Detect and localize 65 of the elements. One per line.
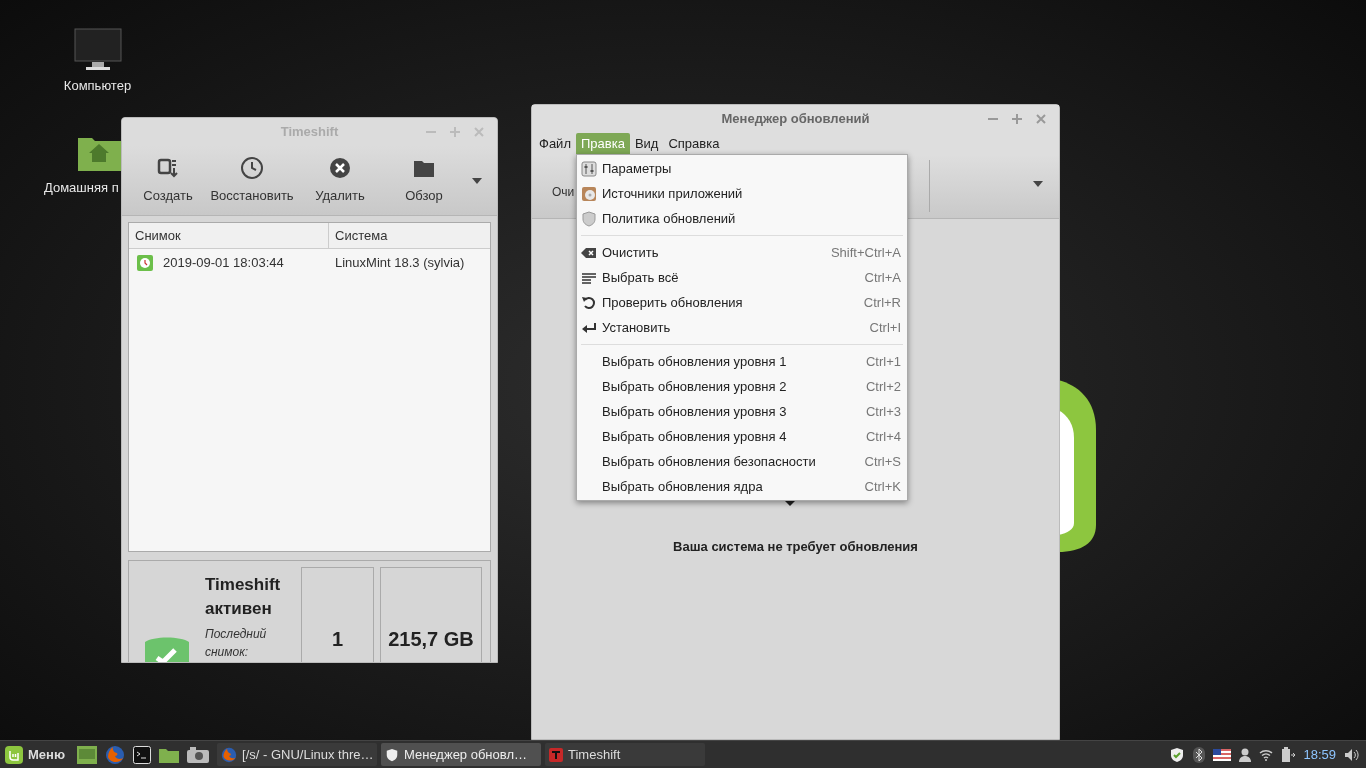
table-cell-text: LinuxMint 18.3 (sylvia) (334, 254, 466, 273)
menu-item[interactable]: Выбрать всё Ctrl+A (581, 265, 903, 290)
sliders-icon (581, 160, 597, 177)
user-icon[interactable] (1239, 747, 1252, 762)
app-logo-icon (549, 747, 563, 762)
browser-icon (221, 746, 237, 763)
clock-icon (137, 255, 153, 271)
clock-icon (240, 155, 264, 180)
toolbar-button[interactable]: Создать (130, 155, 206, 206)
menu-item[interactable]: Очистить Shift+Ctrl+A (581, 240, 903, 265)
window-title: Менеджер обновлений (721, 110, 870, 129)
flag-icon[interactable] (1213, 748, 1232, 761)
status-title: Timeshift активен (205, 574, 282, 620)
camera-icon[interactable] (187, 746, 209, 763)
toolbar-button[interactable]: Обзор (382, 155, 466, 206)
refresh-icon (581, 294, 597, 311)
computer-monitor-icon[interactable] (73, 28, 122, 72)
terminal-icon[interactable] (133, 745, 151, 764)
menu-bar-item[interactable]: Справка (663, 133, 725, 155)
menu-bar-item[interactable]: Файл (534, 133, 576, 155)
column-header[interactable]: Система (329, 223, 490, 248)
volume-icon[interactable] (1344, 747, 1360, 762)
battery-icon[interactable] (1281, 746, 1296, 763)
bluetooth-icon[interactable] (1193, 746, 1206, 763)
menu-item[interactable]: Источники приложений (577, 181, 907, 206)
menu-item[interactable]: Установить Ctrl+I (581, 315, 903, 340)
wifi-icon[interactable] (1259, 748, 1274, 761)
taskbar-window-button[interactable]: Менеджер обновл… (381, 743, 541, 766)
toolbar-label: Очи (552, 184, 575, 201)
menu-item[interactable]: Проверить обновления Ctrl+R (581, 290, 903, 315)
snapshot-count: 1 (331, 627, 344, 652)
taskbar-window-button[interactable]: [/s/ - GNU/Linux thre… (217, 743, 377, 766)
dropdown-caret-icon[interactable] (472, 177, 482, 184)
toolbar-button[interactable]: Восстановить (206, 155, 298, 206)
clock[interactable]: 18:59 (1303, 744, 1336, 765)
menu-item[interactable]: Выбрать обновления уровня 3 Ctrl+3 (581, 399, 903, 424)
dropdown-caret-icon[interactable] (1033, 181, 1043, 187)
table-cell-text: 2019-09-01 18:03:44 (163, 254, 284, 273)
menu-item[interactable]: Политика обновлений (577, 206, 907, 231)
delete-icon (328, 155, 352, 180)
menu-item[interactable]: Выбрать обновления ядра Ctrl+K (581, 474, 903, 499)
menu-item[interactable]: Выбрать обновления безопасности Ctrl+S (581, 449, 903, 474)
taskbar-window-button[interactable]: Timeshift (545, 743, 705, 766)
menu-item[interactable]: Выбрать обновления уровня 4 Ctrl+4 (581, 424, 903, 449)
status-subtitle: Последний снимок: (205, 626, 268, 661)
shield-icon (581, 210, 597, 227)
toolbar-button[interactable]: Удалить (298, 155, 382, 206)
shield-icon (385, 746, 399, 763)
mint-logo-icon (4, 744, 24, 765)
shield-check-icon (145, 636, 189, 662)
browser-icon[interactable] (105, 744, 125, 765)
menu-item[interactable]: Параметры (577, 156, 907, 181)
desktop-icon-label[interactable]: Домашняя п (44, 178, 119, 198)
column-header[interactable]: Снимок (129, 223, 329, 248)
menu-item[interactable]: Выбрать обновления уровня 1 Ctrl+1 (581, 349, 903, 374)
disk-size: 215,7 GB (388, 627, 474, 652)
folder-icon[interactable] (159, 746, 179, 763)
desktop-icon-label[interactable]: Компьютер (63, 76, 132, 96)
menu-bar-item[interactable]: Вид (629, 133, 664, 155)
desktop-icon[interactable] (77, 745, 97, 764)
menu-button[interactable]: Меню (0, 741, 69, 768)
shield-check-icon[interactable] (1169, 746, 1186, 763)
menu-item[interactable]: Выбрать обновления уровня 2 Ctrl+2 (581, 374, 903, 399)
software-sources-icon (581, 185, 597, 202)
status-message: Ваша система не требует обновления (673, 538, 918, 556)
